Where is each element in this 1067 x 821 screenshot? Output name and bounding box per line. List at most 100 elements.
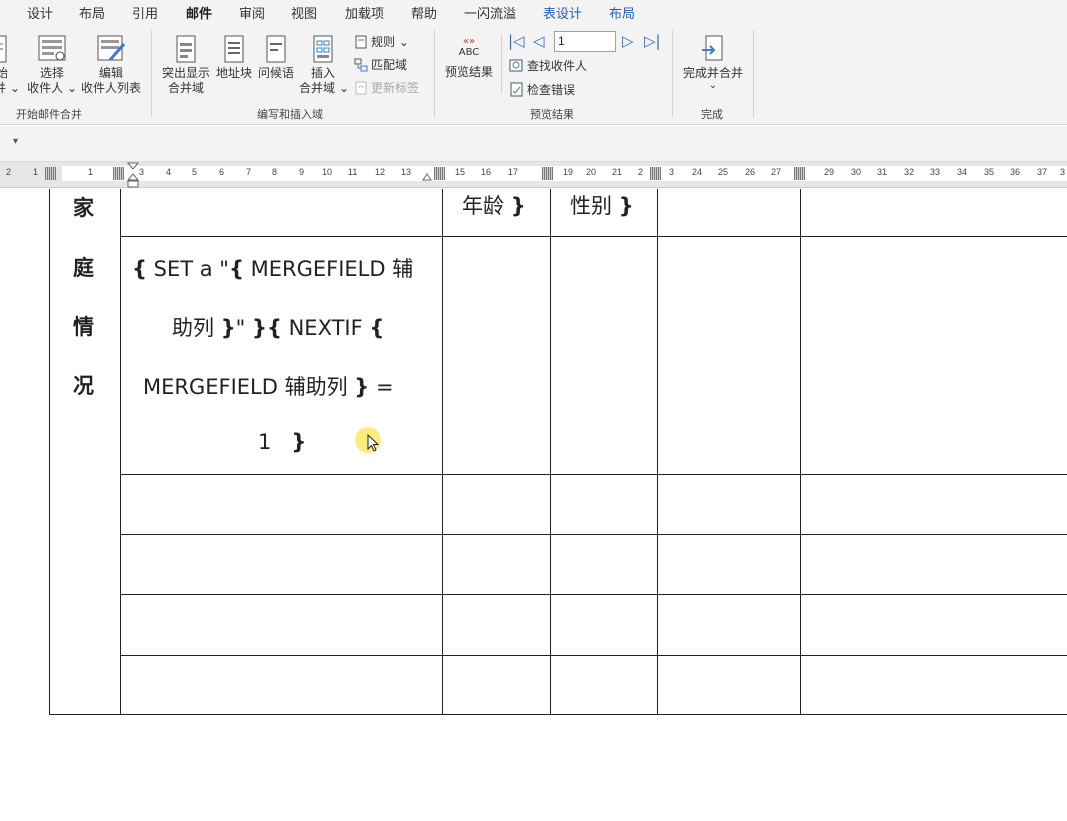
group-separator <box>501 34 502 94</box>
tab-table-layout[interactable]: 布局 <box>609 3 635 22</box>
tab-help[interactable]: 帮助 <box>411 3 437 22</box>
ribbon-tab-bar: 设计 布局 引用 邮件 审阅 视图 加载项 帮助 一闪流溢 表设计 布局 <box>0 0 1067 26</box>
finish-merge-icon <box>702 35 723 61</box>
highlight-fields-icon <box>176 35 196 63</box>
field-code-line-1[interactable]: { SET a "{ MERGEFIELD 辅 <box>132 253 413 283</box>
ruler-number: 25 <box>718 167 729 177</box>
table-border <box>800 189 801 715</box>
start-mail-merge-label-2: 并 ⌄ <box>0 81 20 95</box>
field-code-line-2[interactable]: 助列 }" }{ NEXTIF { <box>172 312 384 342</box>
ruler-number: 2 <box>638 167 644 177</box>
greeting-line-button[interactable]: 问候语 <box>256 34 296 81</box>
field-brace: } <box>354 375 370 399</box>
field-code-line-4[interactable]: 1 } <box>258 430 306 454</box>
finish-merge-label-1: 完成并合并 <box>682 66 743 80</box>
table-border <box>49 714 1067 715</box>
tab-references[interactable]: 引用 <box>132 3 158 22</box>
finish-merge-button[interactable]: 完成并合并 ⌄ <box>681 34 745 91</box>
document-icon <box>0 35 7 63</box>
find-recipient-button[interactable]: 查找收件人 <box>509 57 587 74</box>
group-label-start-merge: 开始邮件合并 <box>16 108 82 121</box>
tab-layout[interactable]: 布局 <box>79 3 105 22</box>
ruler-number: 13 <box>401 167 412 177</box>
customize-arrow-icon[interactable]: ▾ <box>13 136 18 147</box>
ruler-number: 27 <box>771 167 782 177</box>
select-recipients-label-2: 收件人 ⌄ <box>27 81 77 95</box>
table-border <box>120 655 1067 656</box>
group-label-write-insert: 编写和插入域 <box>257 108 323 121</box>
age-header-cell: 年龄 } <box>462 190 526 220</box>
finish-merge-label-2: ⌄ <box>708 80 718 91</box>
group-label-finish: 完成 <box>701 108 723 121</box>
match-fields-button[interactable]: 匹配域 <box>354 56 407 73</box>
select-recipients-button[interactable]: 选择 收件人 ⌄ <box>27 34 77 96</box>
tab-table-design[interactable]: 表设计 <box>543 3 582 22</box>
ruler-column-marker[interactable] <box>650 167 661 180</box>
ruler-number: 1 <box>33 167 39 177</box>
address-block-label: 地址块 <box>215 66 252 80</box>
rules-button[interactable]: 规则 ⌄ <box>354 33 409 50</box>
side-heading-char: 庭 <box>73 256 94 280</box>
record-number-input[interactable]: 1 <box>554 31 616 52</box>
tab-addins[interactable]: 加载项 <box>345 3 384 22</box>
ruler-column-marker[interactable] <box>794 167 805 180</box>
field-code-text: MERGEFIELD 辅 <box>250 257 414 281</box>
ruler-number: 33 <box>930 167 941 177</box>
ruler-number: 21 <box>612 167 623 177</box>
field-brace: { <box>228 257 244 281</box>
ruler-number: 26 <box>745 167 756 177</box>
ruler-number: 8 <box>272 167 278 177</box>
indent-marker-icon[interactable] <box>127 162 139 188</box>
horizontal-ruler: 2 1 1 3 4 5 6 7 8 9 10 11 12 13 15 16 17… <box>0 162 1067 188</box>
field-code-line-3[interactable]: MERGEFIELD 辅助列 } = <box>143 371 394 401</box>
match-fields-label: 匹配域 <box>371 58 408 72</box>
tab-mailings[interactable]: 邮件 <box>186 3 213 26</box>
table-border <box>120 236 1067 237</box>
tab-view[interactable]: 视图 <box>291 3 317 22</box>
check-errors-label: 检查错误 <box>527 83 576 97</box>
field-brace: } <box>618 194 634 218</box>
field-brace: { <box>132 257 147 281</box>
ruler-column-marker[interactable] <box>45 167 56 180</box>
highlight-label-1: 突出显示 <box>161 66 210 80</box>
ruler-number: 19 <box>563 167 574 177</box>
ruler-number: 3 <box>139 167 145 177</box>
field-brace: { <box>369 316 385 340</box>
gender-header-cell: 性别 } <box>570 190 634 220</box>
address-block-button[interactable]: 地址块 <box>215 34 253 81</box>
ruler-number: 12 <box>375 167 386 177</box>
check-errors-button[interactable]: 检查错误 <box>509 81 575 98</box>
preview-results-button[interactable]: «» ABC 预览结果 <box>443 36 495 80</box>
ruler-column-marker[interactable] <box>434 167 445 180</box>
highlight-merge-fields-button[interactable]: 突出显示 合并域 <box>160 34 212 96</box>
table-border <box>120 534 1067 535</box>
update-labels-button[interactable]: 更新标签 <box>354 79 419 96</box>
field-code-text: SET a " <box>153 257 229 281</box>
first-record-icon[interactable]: |◁ <box>508 32 525 50</box>
document-page[interactable]: 家 庭 情 况 年龄 } 性别 } { SET a "{ MERGEFIELD … <box>0 189 1067 821</box>
tab-stop-marker-icon[interactable] <box>422 173 432 181</box>
tab-review[interactable]: 审阅 <box>239 3 265 22</box>
next-record-icon[interactable]: ▷ <box>622 32 634 50</box>
previous-record-icon[interactable]: ◁ <box>533 32 545 50</box>
ruler-number: 34 <box>957 167 968 177</box>
ruler-column-marker[interactable] <box>542 167 553 180</box>
start-mail-merge-label-1: 始 <box>0 66 8 80</box>
insert-merge-field-button[interactable]: 插入 合并域 ⌄ <box>299 34 349 96</box>
ruler-number: 6 <box>219 167 225 177</box>
group-separator <box>151 30 152 118</box>
ruler-number: 31 <box>877 167 888 177</box>
field-brace: { <box>266 316 282 340</box>
ruler-number: 9 <box>299 167 305 177</box>
abc-text: ABC <box>458 47 480 58</box>
insert-field-label-1: 插入 <box>310 66 335 80</box>
start-mail-merge-button[interactable]: 始 并 ⌄ <box>0 34 20 96</box>
tab-flashfill[interactable]: 一闪流溢 <box>464 3 516 22</box>
edit-recipients-button[interactable]: 编辑 收件人列表 <box>80 34 142 96</box>
ruler-number: 16 <box>481 167 492 177</box>
tab-design[interactable]: 设计 <box>27 3 53 22</box>
ruler-number: 1 <box>88 167 94 177</box>
ruler-column-marker[interactable] <box>113 167 124 180</box>
ruler-number: 29 <box>824 167 835 177</box>
last-record-icon[interactable]: ▷| <box>644 32 661 50</box>
